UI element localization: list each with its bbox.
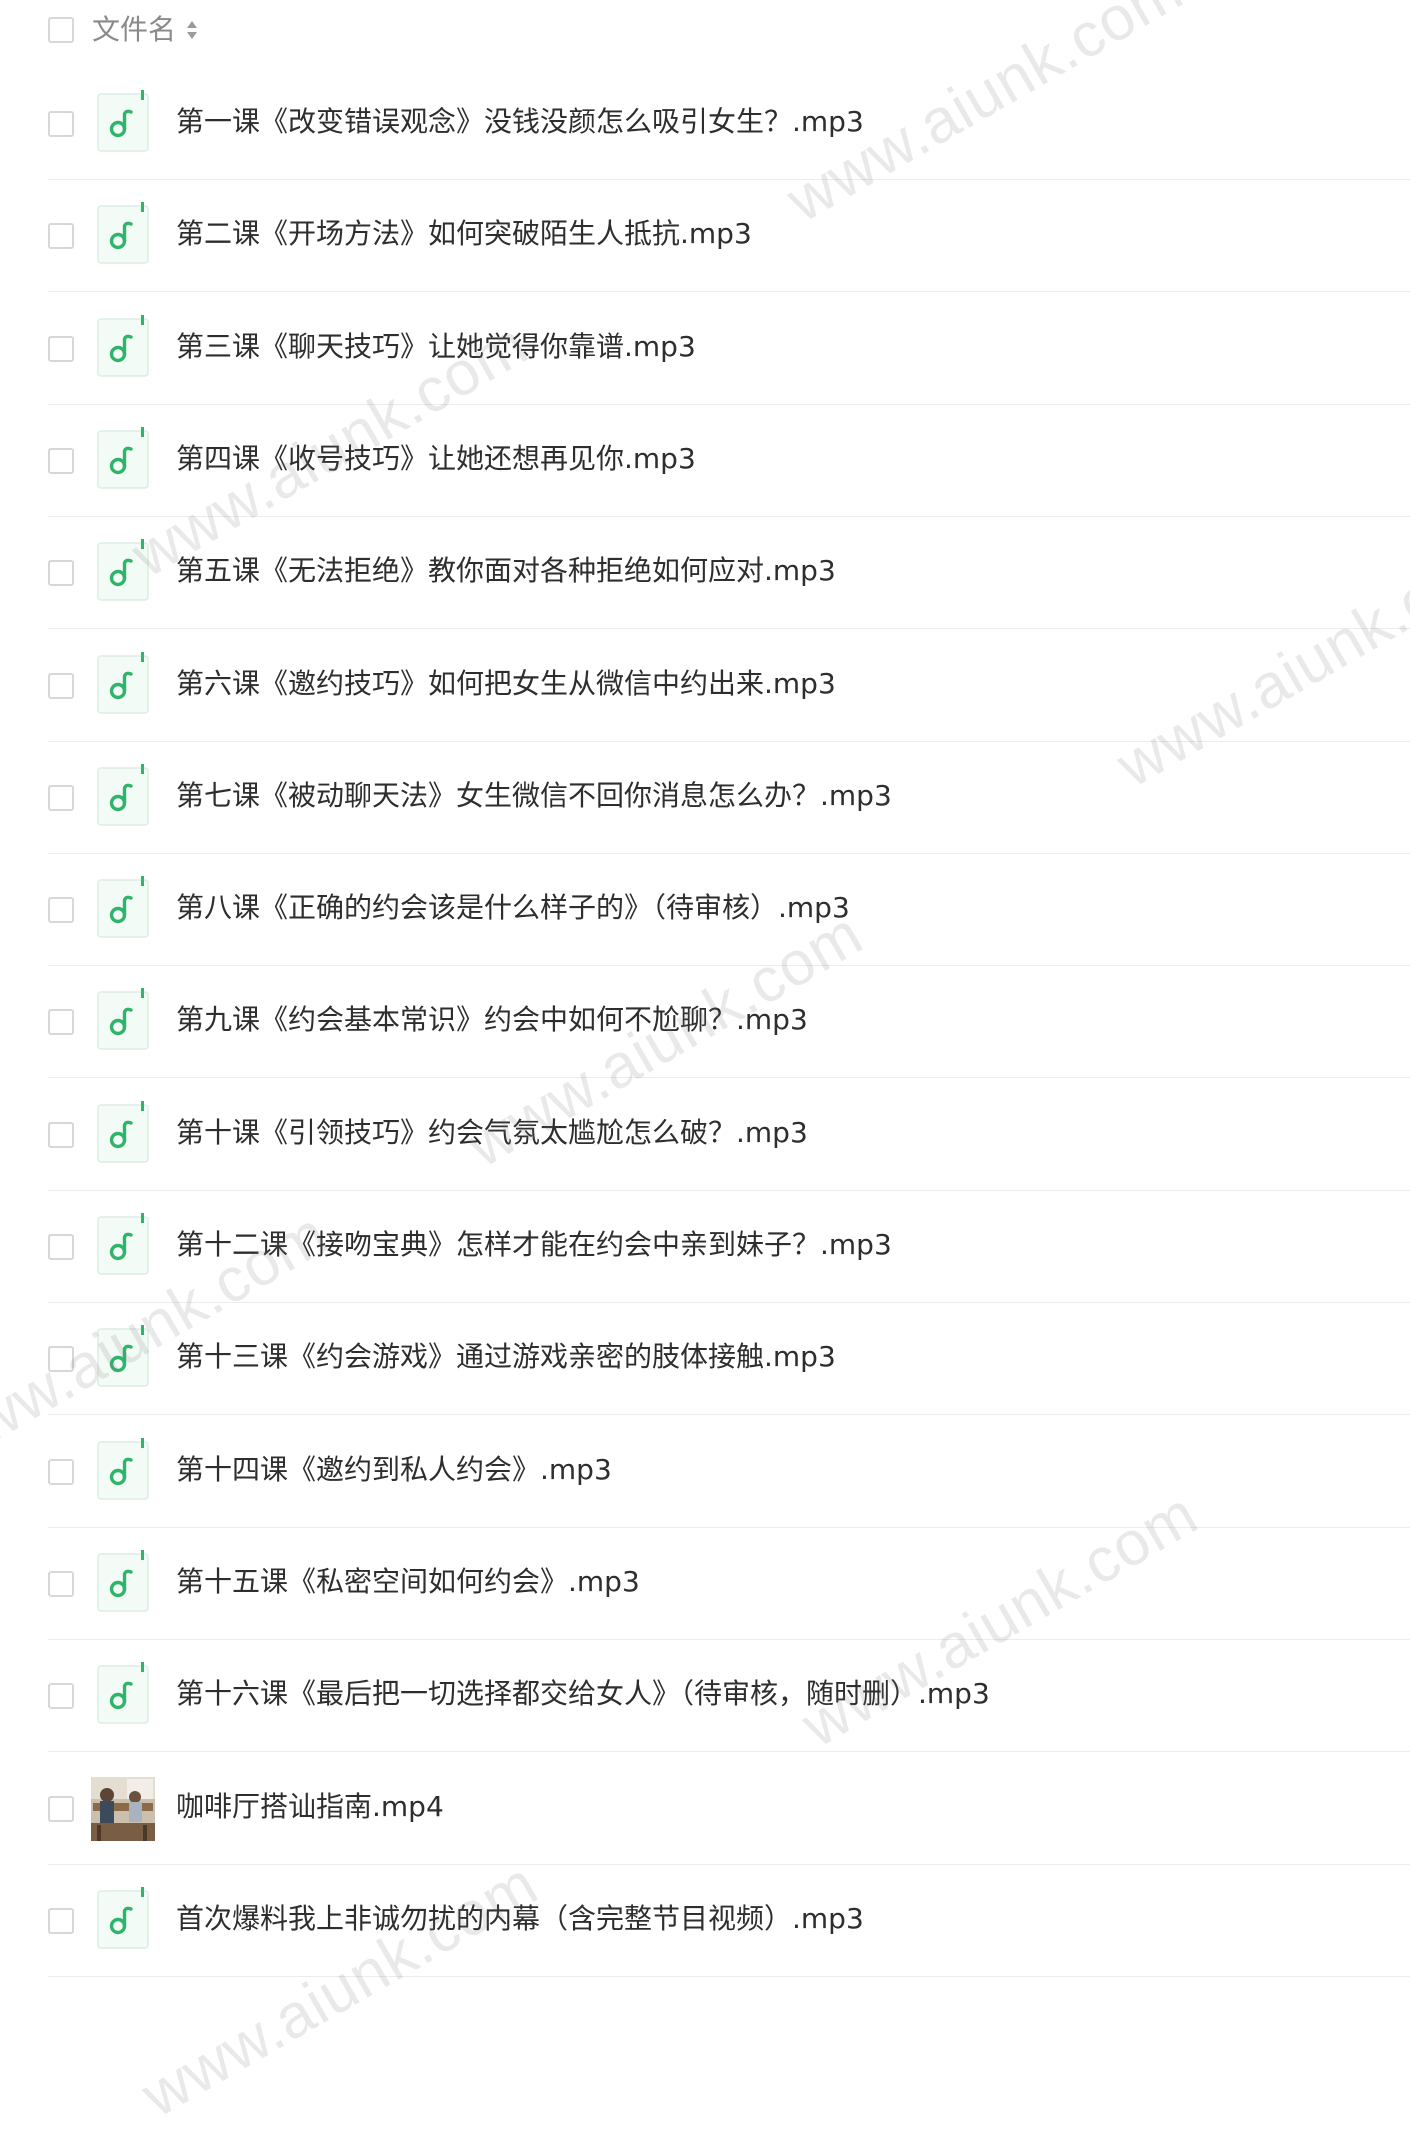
file-row[interactable]: 第十五课《私密空间如何约会》.mp3 (0, 1528, 1410, 1640)
file-row[interactable]: 第九课《约会基本常识》约会中如何不尬聊？.mp3 (0, 966, 1410, 1079)
file-checkbox[interactable] (48, 1234, 74, 1260)
file-row[interactable]: 首次爆料我上非诚勿扰的内幕（含完整节目视频）.mp3 (0, 1865, 1410, 1977)
file-checkbox[interactable] (48, 223, 74, 250)
file-checkbox[interactable] (48, 897, 74, 924)
select-all-checkbox[interactable] (48, 17, 74, 43)
file-checkbox[interactable] (48, 672, 74, 699)
file-name[interactable]: 第四课《收号技巧》让她还想再见你.mp3 (176, 439, 696, 479)
file-name[interactable]: 咖啡厅搭讪指南.mp4 (176, 1787, 444, 1827)
file-name[interactable]: 第六课《邀约技巧》如何把女生从微信中约出来.mp3 (176, 664, 836, 704)
file-row[interactable]: 第三课《聊天技巧》让她觉得你靠谱.mp3 (0, 293, 1410, 405)
audio-file-icon (97, 539, 149, 601)
file-checkbox[interactable] (48, 560, 74, 587)
file-checkbox[interactable] (48, 1346, 74, 1373)
file-name[interactable]: 第十六课《最后把一切选择都交给女人》（待审核，随时删）.mp3 (176, 1674, 990, 1714)
file-name[interactable]: 第十课《引领技巧》约会气氛太尴尬怎么破？.mp3 (176, 1113, 808, 1153)
file-name[interactable]: 第十三课《约会游戏》通过游戏亲密的肢体接触.mp3 (176, 1337, 836, 1377)
file-row[interactable]: 第十二课《接吻宝典》怎样才能在约会中亲到妹子？.mp3 (0, 1191, 1410, 1303)
file-row[interactable]: 第六课《邀约技巧》如何把女生从微信中约出来.mp3 (0, 630, 1410, 742)
sort-icon[interactable] (186, 18, 198, 42)
audio-file-icon (97, 988, 149, 1051)
file-row[interactable]: 第五课《无法拒绝》教你面对各种拒绝如何应对.mp3 (0, 517, 1410, 630)
file-name[interactable]: 第七课《被动聊天法》女生微信不回你消息怎么办？.mp3 (176, 776, 892, 816)
audio-file-icon (97, 426, 149, 489)
file-checkbox[interactable] (48, 1458, 74, 1485)
file-checkbox[interactable] (48, 1907, 74, 1934)
file-checkbox[interactable] (48, 1121, 74, 1148)
audio-file-icon (97, 1325, 149, 1388)
audio-file-icon (97, 651, 149, 714)
file-checkbox[interactable] (48, 111, 74, 137)
file-name[interactable]: 第八课《正确的约会该是什么样子的》（待审核）.mp3 (176, 888, 850, 928)
file-checkbox[interactable] (48, 784, 74, 811)
filename-column-header[interactable]: 文件名 (92, 10, 176, 50)
audio-file-icon (97, 90, 149, 152)
file-checkbox[interactable] (48, 335, 74, 362)
file-list-header: 文件名 (0, 0, 1410, 60)
audio-file-icon (97, 1886, 149, 1949)
file-checkbox[interactable] (48, 1570, 74, 1597)
audio-file-icon (97, 202, 149, 265)
file-name[interactable]: 第十四课《邀约到私人约会》.mp3 (176, 1450, 612, 1490)
file-row[interactable]: 第二课《开场方法》如何突破陌生人抵抗.mp3 (0, 180, 1410, 293)
file-name[interactable]: 第九课《约会基本常识》约会中如何不尬聊？.mp3 (176, 1000, 808, 1040)
file-name[interactable]: 第五课《无法拒绝》教你面对各种拒绝如何应对.mp3 (176, 551, 836, 591)
row-divider (48, 1975, 1410, 1977)
file-checkbox[interactable] (48, 1009, 74, 1036)
audio-file-icon (97, 763, 149, 826)
file-row[interactable]: 第十六课《最后把一切选择都交给女人》（待审核，随时删）.mp3 (0, 1640, 1410, 1753)
file-name[interactable]: 第十二课《接吻宝典》怎样才能在约会中亲到妹子？.mp3 (176, 1225, 892, 1265)
audio-file-icon (97, 1100, 149, 1163)
file-name[interactable]: 首次爆料我上非诚勿扰的内幕（含完整节目视频）.mp3 (176, 1899, 864, 1939)
audio-file-icon (97, 314, 149, 377)
audio-file-icon (97, 1437, 149, 1500)
file-row[interactable]: 第十三课《约会游戏》通过游戏亲密的肢体接触.mp3 (0, 1303, 1410, 1416)
file-row[interactable]: 第四课《收号技巧》让她还想再见你.mp3 (0, 405, 1410, 517)
audio-file-icon (97, 876, 149, 938)
file-row[interactable]: 第七课《被动聊天法》女生微信不回你消息怎么办？.mp3 (0, 742, 1410, 854)
file-checkbox[interactable] (48, 447, 74, 474)
file-name[interactable]: 第十五课《私密空间如何约会》.mp3 (176, 1562, 640, 1602)
file-checkbox[interactable] (48, 1795, 74, 1822)
file-row[interactable]: 第一课《改变错误观念》没钱没颜怎么吸引女生？.mp3 (0, 68, 1410, 180)
video-thumbnail (91, 1776, 155, 1841)
file-row[interactable]: 第十四课《邀约到私人约会》.mp3 (0, 1416, 1410, 1528)
file-name[interactable]: 第三课《聊天技巧》让她觉得你靠谱.mp3 (176, 327, 696, 367)
file-name[interactable]: 第二课《开场方法》如何突破陌生人抵抗.mp3 (176, 214, 752, 254)
file-list-page: 文件名 第一课《改变错误观念》没钱没颜怎么吸引女生？.mp3 第二课《开场方法》… (0, 0, 1410, 2131)
file-row[interactable]: 第八课《正确的约会该是什么样子的》（待审核）.mp3 (0, 854, 1410, 967)
file-row[interactable]: 第十课《引领技巧》约会气氛太尴尬怎么破？.mp3 (0, 1079, 1410, 1191)
audio-file-icon (97, 1662, 149, 1724)
file-checkbox[interactable] (48, 1683, 74, 1710)
audio-file-icon (97, 1213, 149, 1275)
file-name[interactable]: 第一课《改变错误观念》没钱没颜怎么吸引女生？.mp3 (176, 102, 864, 142)
file-row[interactable]: 咖啡厅搭讪指南.mp4 (0, 1753, 1410, 1865)
audio-file-icon (97, 1549, 149, 1612)
